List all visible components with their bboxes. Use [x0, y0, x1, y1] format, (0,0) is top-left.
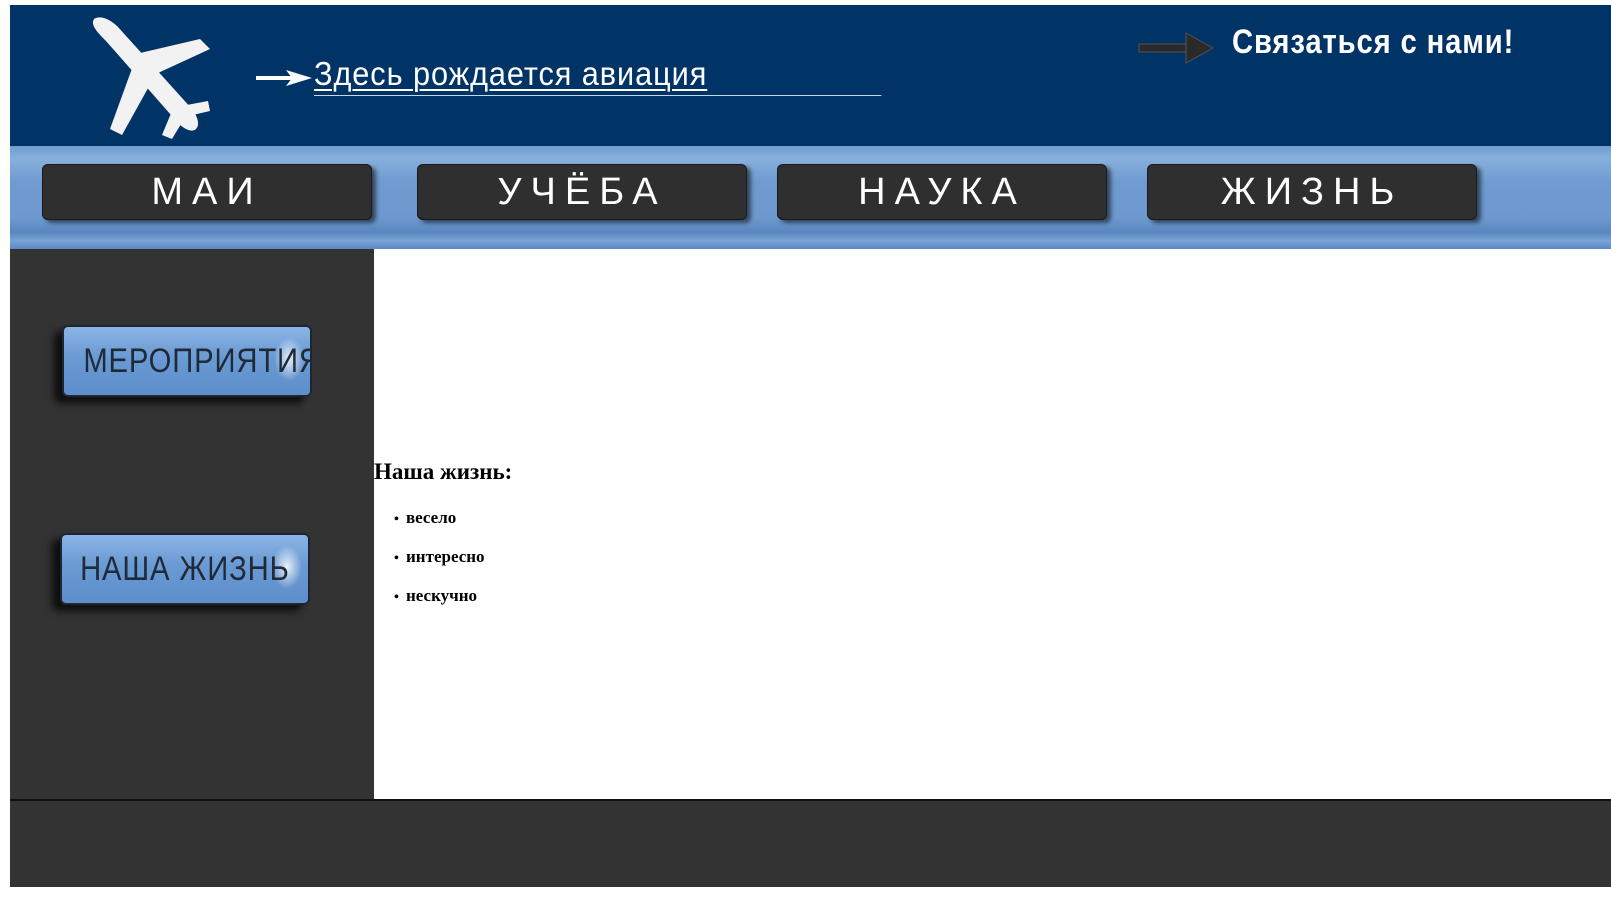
arrow-right-icon [256, 70, 312, 86]
nav-item-study[interactable]: УЧЁБА [417, 164, 747, 220]
sidebar-item-label: МЕРОПРИЯТИЯ [83, 342, 312, 380]
nav-item-science[interactable]: НАУКА [777, 164, 1107, 220]
list-item: нескучно [394, 585, 485, 624]
site-tagline[interactable]: Здесь рождается авиация [314, 55, 882, 96]
site-header: Здесь рождается авиация Связаться с нами… [10, 5, 1611, 146]
nav-item-life[interactable]: ЖИЗНЬ [1147, 164, 1477, 220]
list-item: интересно [394, 546, 485, 585]
sidebar-item-events[interactable]: МЕРОПРИЯТИЯ [62, 325, 312, 397]
page: Здесь рождается авиация Связаться с нами… [10, 5, 1611, 905]
sidebar-item-label: НАША ЖИЗНЬ [80, 550, 290, 588]
airplane-icon[interactable] [88, 11, 218, 141]
main-content: Наша жизнь: весело интересно нескучно [374, 249, 1611, 799]
sidebar: МЕРОПРИЯТИЯ НАША ЖИЗНЬ [10, 249, 374, 799]
site-footer [10, 799, 1611, 887]
sidebar-item-our-life[interactable]: НАША ЖИЗНЬ [60, 533, 310, 605]
content-list: весело интересно нескучно [394, 507, 485, 624]
nav-item-mai[interactable]: МАИ [42, 164, 372, 220]
content-heading: Наша жизнь: [374, 459, 513, 484]
arrow-right-icon [1138, 32, 1214, 64]
contact-link[interactable]: Связаться с нами! [1232, 23, 1514, 62]
list-item: весело [394, 507, 485, 546]
main-nav: МАИ УЧЁБА НАУКА ЖИЗНЬ [10, 146, 1611, 249]
